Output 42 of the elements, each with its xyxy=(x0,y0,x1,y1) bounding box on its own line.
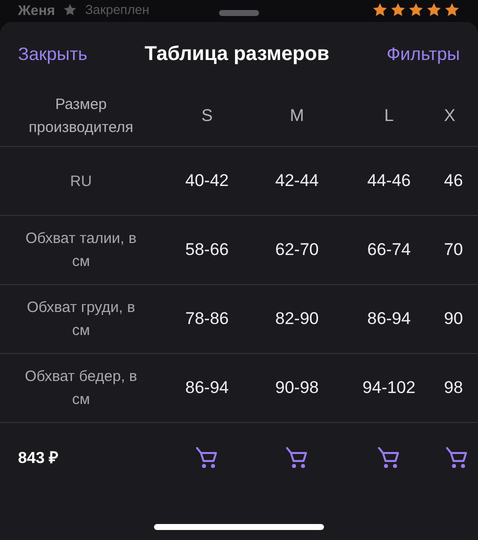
row-label: RU xyxy=(70,172,92,192)
row-label: Обхват бедер, в см xyxy=(24,367,138,410)
table-cell: 70 xyxy=(444,240,463,260)
table-cell: 94-102 xyxy=(362,378,416,398)
star-icon xyxy=(426,2,442,18)
column-header: L xyxy=(384,106,394,126)
column-header: M xyxy=(290,106,304,126)
price: 843 ₽ xyxy=(18,448,58,468)
table-cell: 90 xyxy=(444,309,463,329)
column-header: Размер производителя xyxy=(28,95,134,138)
author-name: Женя xyxy=(18,1,56,19)
table-cell: 66-74 xyxy=(367,240,411,260)
filters-button[interactable]: Фильтры xyxy=(386,44,460,64)
table-cell: 78-86 xyxy=(185,309,229,329)
table-cell: 86-94 xyxy=(185,378,229,398)
column-header: X xyxy=(444,106,456,126)
table-cell: 42-44 xyxy=(275,171,319,191)
row-label: Обхват груди, в см xyxy=(26,298,136,341)
drag-handle[interactable] xyxy=(219,10,259,16)
table-cell: 62-70 xyxy=(275,240,319,260)
star-icon xyxy=(372,2,388,18)
table-cell: 82-90 xyxy=(275,309,319,329)
table-cell: 90-98 xyxy=(275,378,319,398)
table-cell: 58-66 xyxy=(185,240,229,260)
pinned-label: Закреплен xyxy=(85,1,150,19)
star-icon xyxy=(63,3,78,17)
close-button[interactable]: Закрыть xyxy=(18,44,88,64)
table-cell: 40-42 xyxy=(185,171,229,191)
cart-icon[interactable] xyxy=(284,445,310,471)
table-cell: 46 xyxy=(444,171,463,191)
cart-icon[interactable] xyxy=(376,445,402,471)
cart-icon[interactable] xyxy=(194,445,220,471)
sheet-title: Таблица размеров xyxy=(144,42,330,66)
star-icon xyxy=(408,2,424,18)
table-cell: 98 xyxy=(444,378,463,398)
table-cell: 86-94 xyxy=(367,309,411,329)
column-header: S xyxy=(201,106,213,126)
cart-icon[interactable] xyxy=(444,445,470,471)
star-icon xyxy=(444,2,460,18)
star-icon xyxy=(390,2,406,18)
table-cell: 44-46 xyxy=(367,171,411,191)
row-label: Обхват талии, в см xyxy=(24,229,138,272)
